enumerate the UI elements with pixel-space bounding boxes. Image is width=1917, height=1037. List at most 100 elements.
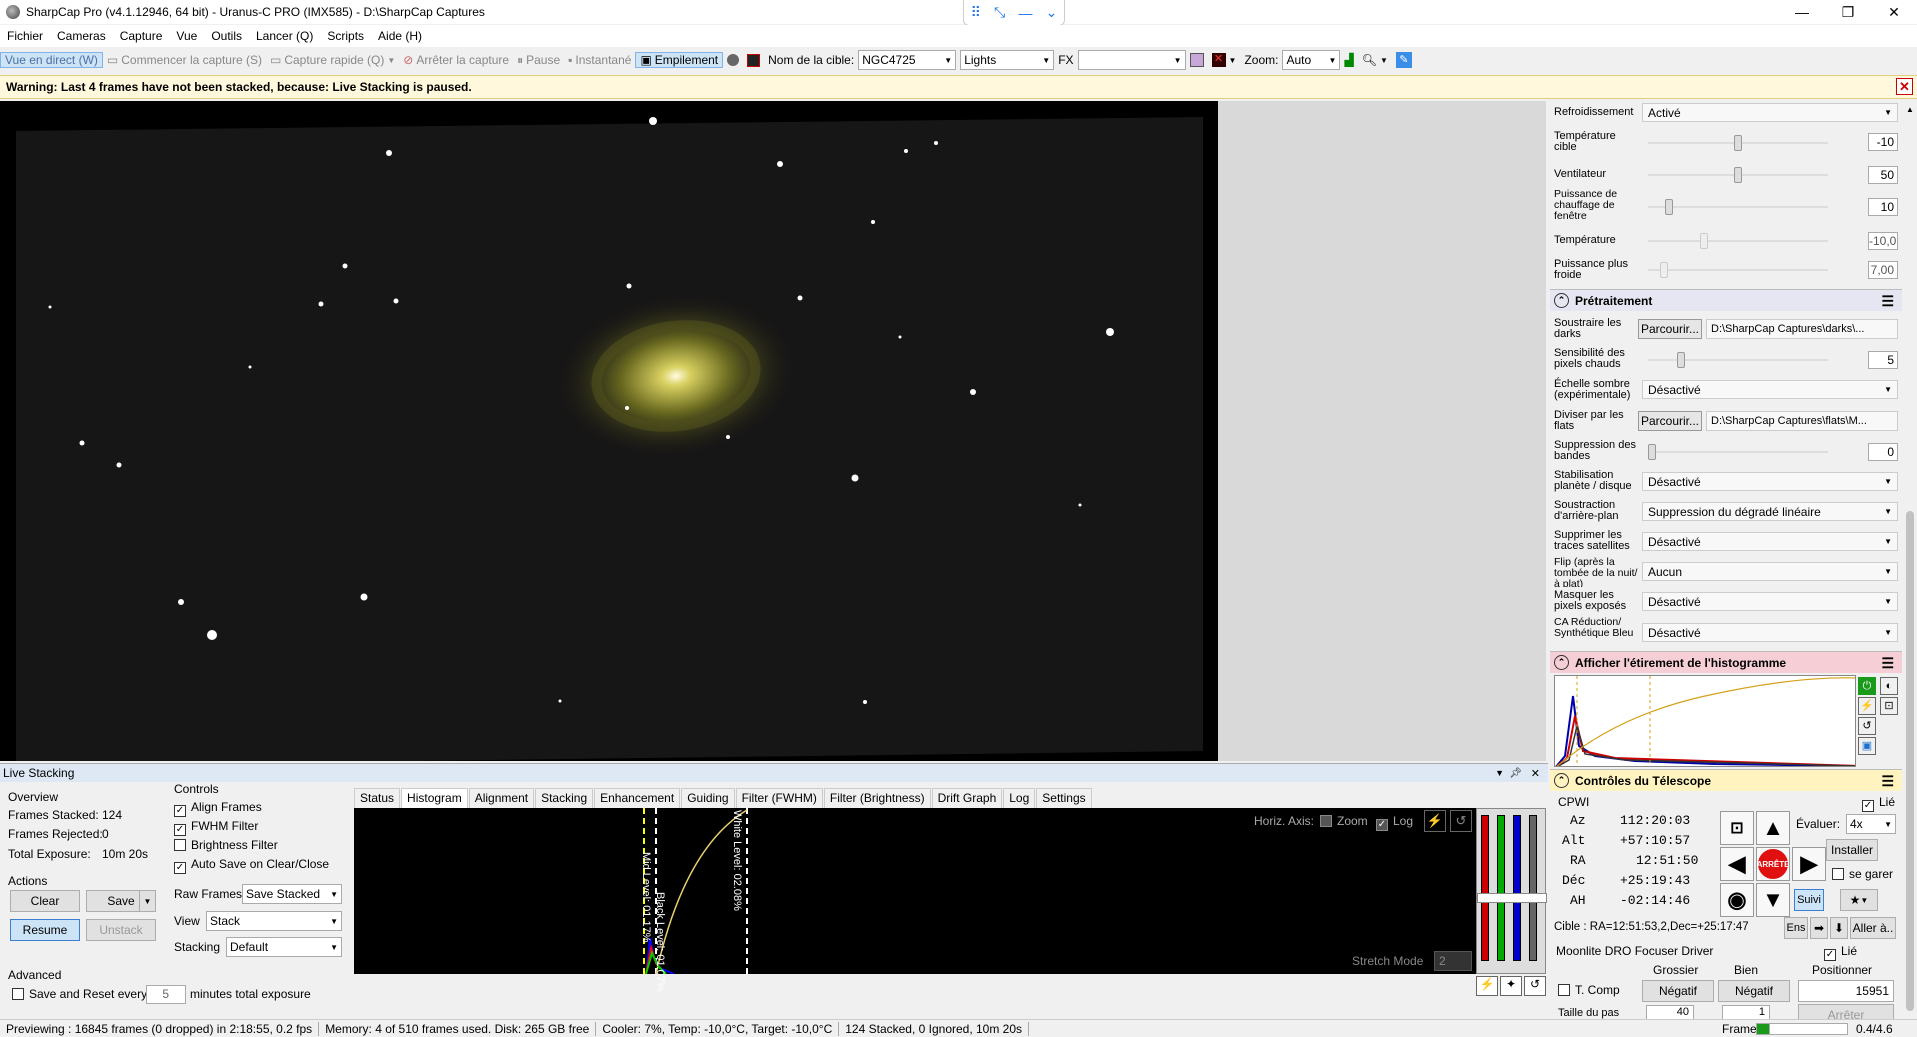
menu-fichier[interactable]: Fichier [0,29,50,43]
menu-vue[interactable]: Vue [169,29,204,43]
tab-filter-brightness[interactable]: Filter (Brightness) [823,788,931,808]
slider-thumb[interactable] [1648,444,1656,460]
rate-combo[interactable]: 4x ▼ [1846,814,1896,834]
tab-enhancement[interactable]: Enhancement [594,788,681,808]
track-button[interactable]: Suivi [1794,889,1824,911]
reset-icon[interactable]: ↺ [1524,976,1546,996]
resume-button[interactable]: Resume [10,919,80,941]
ca-combo[interactable]: Désactivé ▼ [1642,623,1898,642]
histogram-stretch-header[interactable]: ⌃ Afficher l'étirement de l'histogramme … [1550,651,1902,673]
close-icon[interactable]: ✕ [1871,0,1917,24]
zoom-combo[interactable]: Auto ▼ [1282,50,1341,70]
frame-type-combo[interactable]: Lights ▼ [960,50,1055,70]
level-marker[interactable] [1477,893,1547,903]
reset-icon[interactable]: ↺ [1450,810,1472,832]
ens-button[interactable]: Ens [1784,917,1808,939]
luminance-level-slider[interactable] [1529,815,1537,961]
menu-scripts[interactable]: Scripts [320,29,371,43]
arrow-down-icon[interactable]: ▼ [1756,883,1790,917]
lightning-icon[interactable]: ⚡ [1476,976,1498,996]
stabilisation-combo[interactable]: Désactivé ▼ [1642,472,1898,491]
darks-path-combo[interactable]: D:\SharpCap Captures\darks\... [1706,319,1898,339]
tab-drift-graph[interactable]: Drift Graph [931,788,1003,808]
red-tool-icon[interactable] [743,53,764,67]
fan-slider[interactable] [1648,167,1828,183]
slider-thumb[interactable] [1734,167,1742,183]
lock-icon[interactable]: ⊡ [1880,697,1898,715]
lightning-icon[interactable]: ⚡ [1424,810,1446,832]
tab-filter-fwhm[interactable]: Filter (FWHM) [735,788,823,808]
favorites-button[interactable]: ★ ▼ [1840,889,1878,911]
tab-status[interactable]: Status [354,788,401,808]
coarse-negative-button[interactable]: Négatif [1642,980,1714,1002]
banding-input[interactable]: 0 [1868,443,1898,461]
chevron-down-icon[interactable]: ⌄ [1046,4,1058,21]
collapse-icon[interactable]: ⌃ [1554,773,1569,788]
magnifier-icon[interactable]: 🔍︎ ▼ [1358,53,1392,67]
fx-combo[interactable]: ▼ [1077,50,1186,70]
chevron-down-icon[interactable]: ▼ [1495,768,1504,778]
stretch-mode-stepper[interactable]: 2 [1434,951,1472,971]
flip-combo[interactable]: Aucun ▼ [1642,562,1898,581]
target-name-combo[interactable]: NGC4725 ▼ [858,50,957,70]
scroll-up-icon[interactable]: ▲ [1906,105,1914,115]
save-button[interactable]: Save ▼ [86,890,156,912]
menu-aide[interactable]: Aide (H) [371,29,429,43]
view-combo[interactable]: Stack ▼ [206,911,342,931]
save-reset-minutes-input[interactable]: 5 [146,985,186,1004]
cooling-combo[interactable]: Activé ▼ [1642,103,1898,122]
live-view-button[interactable]: Vue en direct (W) [0,52,103,68]
background-combo[interactable]: Suppression du dégradé linéaire ▼ [1642,502,1898,521]
reset-icon[interactable]: ↺ [1858,717,1876,735]
pause-button[interactable]: ⏸ Pause [513,53,564,68]
raw-frames-combo[interactable]: Save Stacked ▼ [242,884,342,904]
auto-save-checkbox[interactable]: ✓ Auto Save on Clear/Close [174,857,329,874]
log-checkbox[interactable]: ✓ Log [1376,814,1413,831]
dark-scale-combo[interactable]: Désactivé ▼ [1642,380,1898,399]
brightness-filter-checkbox[interactable]: Brightness Filter [174,838,278,852]
hamburger-icon[interactable]: ☰ [1881,293,1894,310]
contrast-icon[interactable]: ◐ [1880,677,1898,695]
stop-button[interactable]: ARRÊTE [1756,847,1790,881]
stacking-combo[interactable]: Default ▼ [226,937,342,957]
darks-browse-button[interactable]: Parcourir... [1638,319,1702,339]
minimize-icon[interactable]: — [1779,0,1825,24]
mount-linked-checkbox[interactable]: ✓ Lié [1862,795,1895,812]
tab-guiding[interactable]: Guiding [681,788,735,808]
arrow-right-icon[interactable]: ➡ [1810,917,1828,939]
lightning-icon[interactable]: ⚡ [1858,697,1876,715]
target-temp-input[interactable]: -10 [1868,133,1898,151]
histogram-icon[interactable]: ▟ [1340,53,1357,67]
clear-button[interactable]: Clear [10,890,80,912]
mask-combo[interactable]: Désactivé ▼ [1642,592,1898,611]
auto-stretch-icon[interactable]: ⏻ [1858,677,1876,695]
frame-icon[interactable]: ⊡ [1720,811,1754,845]
collapse-icon[interactable]: ⌃ [1554,293,1569,308]
target-icon[interactable]: ◉ [1720,883,1754,917]
close-icon[interactable]: ✕ [1531,767,1540,780]
red-level-slider[interactable] [1481,815,1489,961]
chevron-down-icon[interactable]: ▼ [139,891,155,911]
arrow-down-icon[interactable]: ⬇ [1830,917,1848,939]
tab-alignment[interactable]: Alignment [468,788,535,808]
arrow-left-icon[interactable]: ◀ [1720,847,1754,881]
close-warning-icon[interactable]: ✕ [1896,78,1913,95]
slider-thumb[interactable] [1677,352,1686,368]
green-level-slider[interactable] [1497,815,1505,961]
flats-browse-button[interactable]: Parcourir... [1638,411,1702,431]
banding-slider[interactable] [1648,444,1828,460]
blue-level-slider[interactable] [1513,815,1521,961]
slider-thumb[interactable] [1665,199,1674,215]
tcomp-checkbox[interactable]: T. Comp [1558,983,1620,997]
fan-input[interactable]: 50 [1868,166,1898,184]
tab-stacking[interactable]: Stacking [535,788,594,808]
telescope-header[interactable]: ⌃ Contrôles du Télescope ☰ [1550,769,1902,791]
align-frames-checkbox[interactable]: ✓ Align Frames [174,800,262,817]
crosshair-icon[interactable]: ✕ ▼ [1208,53,1241,67]
stacking-button[interactable]: ▣ Empilement [635,52,724,68]
right-panel-scrollbar[interactable]: ▲ [1903,101,1917,1037]
restore-icon[interactable]: ❐ [1825,0,1871,24]
park-checkbox[interactable]: se garer [1832,867,1893,881]
menu-cameras[interactable]: Cameras [50,29,113,43]
dash-icon[interactable]: — [1018,5,1032,21]
